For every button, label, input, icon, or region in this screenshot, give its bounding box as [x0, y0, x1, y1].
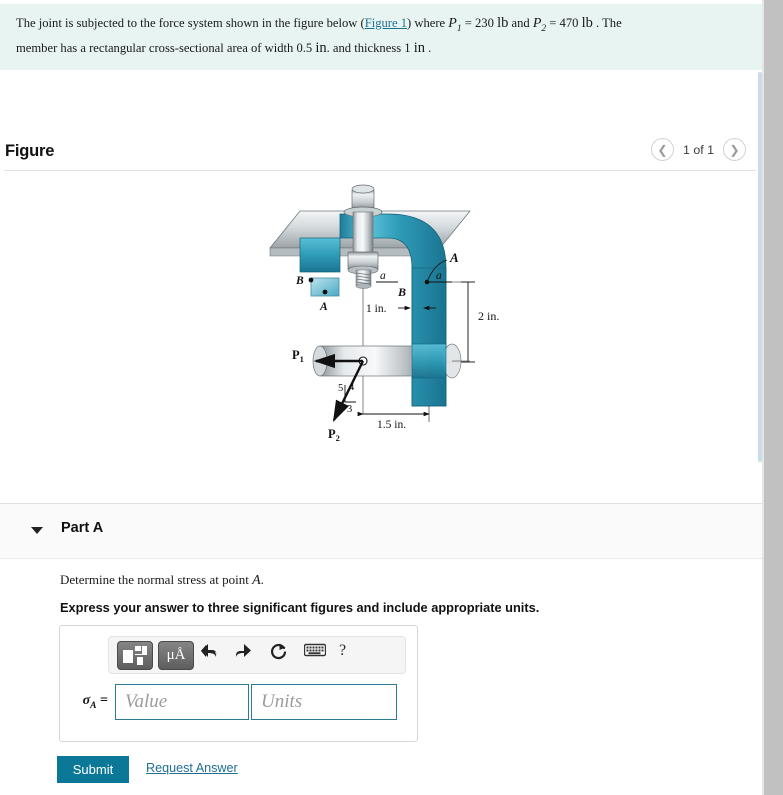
- statement-line-2: member has a rectangular cross-sectional…: [16, 39, 742, 58]
- question-mark-icon[interactable]: ?: [339, 642, 369, 668]
- force-label-P2: P2: [328, 427, 340, 443]
- answer-toolbar: μÅ ?: [108, 636, 406, 674]
- p1-value: = 230: [461, 16, 498, 30]
- reset-circular-arrow-icon[interactable]: [269, 642, 299, 668]
- page-scrollbar-track[interactable]: [764, 0, 783, 795]
- equals-sign: =: [96, 693, 108, 709]
- dimension-1-5-in: 1.5 in.: [377, 419, 406, 431]
- redo-arrow-icon[interactable]: [234, 642, 264, 668]
- p2-value: = 470: [546, 16, 582, 30]
- value-input[interactable]: [115, 684, 249, 720]
- prompt-period: .: [260, 572, 264, 587]
- figure-divider: [4, 170, 756, 171]
- p1-unit: lb: [497, 15, 509, 31]
- statement-text-c: . The: [592, 16, 622, 30]
- problem-statement: The joint is subjected to the force syst…: [0, 4, 764, 70]
- template-glyph: [123, 645, 147, 665]
- sigma-a-label: σA =: [60, 693, 115, 711]
- chevron-right-icon[interactable]: ❯: [723, 138, 746, 161]
- triangle-label-5: 5: [338, 383, 343, 394]
- p2-symbol: P2: [533, 16, 546, 34]
- p1-sym-char: P: [448, 16, 457, 31]
- question-instruction: Express your answer to three significant…: [60, 600, 540, 615]
- thickness-unit: in: [413, 39, 425, 56]
- statement-text-a: The joint is subjected to the force syst…: [16, 16, 365, 30]
- figure-title: Figure: [5, 142, 55, 160]
- figure-image: B A a a B A 1 in. 2 in. P1 P2 5 4 3 1.5 …: [0, 176, 764, 476]
- inset-label-A: A: [319, 301, 328, 313]
- p1-symbol: P1: [448, 16, 461, 34]
- statement-line2-c: .: [425, 40, 432, 55]
- page-scrollbar-thumb[interactable]: [764, 0, 783, 645]
- question-prompt: Determine the normal stress at point A.: [60, 572, 264, 589]
- p2-unit: lb: [581, 15, 593, 31]
- statement-text-b: ) where: [407, 16, 449, 30]
- problem-page: The joint is subjected to the force syst…: [0, 0, 783, 795]
- units-mu-angstrom-icon[interactable]: μÅ: [158, 640, 194, 670]
- prompt-variable-A: A: [252, 573, 261, 588]
- answer-field-row: σA =: [60, 684, 417, 720]
- statement-line2-a: member has a rectangular cross-sectional…: [16, 40, 316, 55]
- template-layout-icon[interactable]: [117, 640, 153, 670]
- units-glyph: μÅ: [166, 646, 186, 663]
- width-unit: in: [315, 39, 327, 56]
- dimension-1-in: 1 in.: [366, 303, 387, 315]
- triangle-label-3: 3: [347, 404, 352, 415]
- statement-line2-b: . and thickness 1: [326, 40, 414, 55]
- chevron-left-icon[interactable]: ❮: [650, 138, 674, 161]
- submit-button[interactable]: Submit: [57, 756, 129, 783]
- force-label-P1: P1: [292, 348, 304, 364]
- undo-glyph: [201, 644, 217, 657]
- caret-down-icon[interactable]: [31, 527, 43, 534]
- figure-navigation: ❮ 1 of 1 ❯: [650, 138, 746, 161]
- dimension-2-in: 2 in.: [478, 309, 499, 323]
- conjunction-and: and: [508, 16, 533, 30]
- figure-label-A: A: [449, 250, 459, 265]
- prompt-text: Determine the normal stress at point: [60, 572, 253, 587]
- joint-assembly-drawing: B A a a B A 1 in. 2 in. P1 P2 5 4 3 1.5 …: [269, 184, 499, 443]
- figure-header: Figure ❮ 1 of 1 ❯: [0, 136, 764, 172]
- section-label-a-left: a: [380, 270, 386, 282]
- answer-widget: μÅ ? σA = Value Units: [59, 625, 418, 742]
- undo-arrow-icon[interactable]: [199, 642, 229, 668]
- part-a-header[interactable]: Part A: [0, 504, 764, 559]
- section-label-a-right: a: [436, 270, 442, 282]
- reset-glyph: [270, 643, 287, 660]
- figure-1-link[interactable]: Figure 1: [365, 16, 407, 30]
- redo-glyph: [235, 644, 251, 657]
- figure-label-B: B: [397, 285, 406, 299]
- statement-line-1: The joint is subjected to the force syst…: [16, 14, 742, 39]
- units-input[interactable]: [251, 684, 397, 720]
- request-answer-link[interactable]: Request Answer: [146, 761, 238, 775]
- keyboard-glyph: [303, 643, 327, 657]
- triangle-label-4: 4: [349, 382, 355, 393]
- keyboard-icon[interactable]: [303, 642, 334, 668]
- part-a-title: Part A: [61, 520, 104, 536]
- inset-label-B: B: [295, 275, 304, 287]
- figure-counter: 1 of 1: [682, 142, 714, 157]
